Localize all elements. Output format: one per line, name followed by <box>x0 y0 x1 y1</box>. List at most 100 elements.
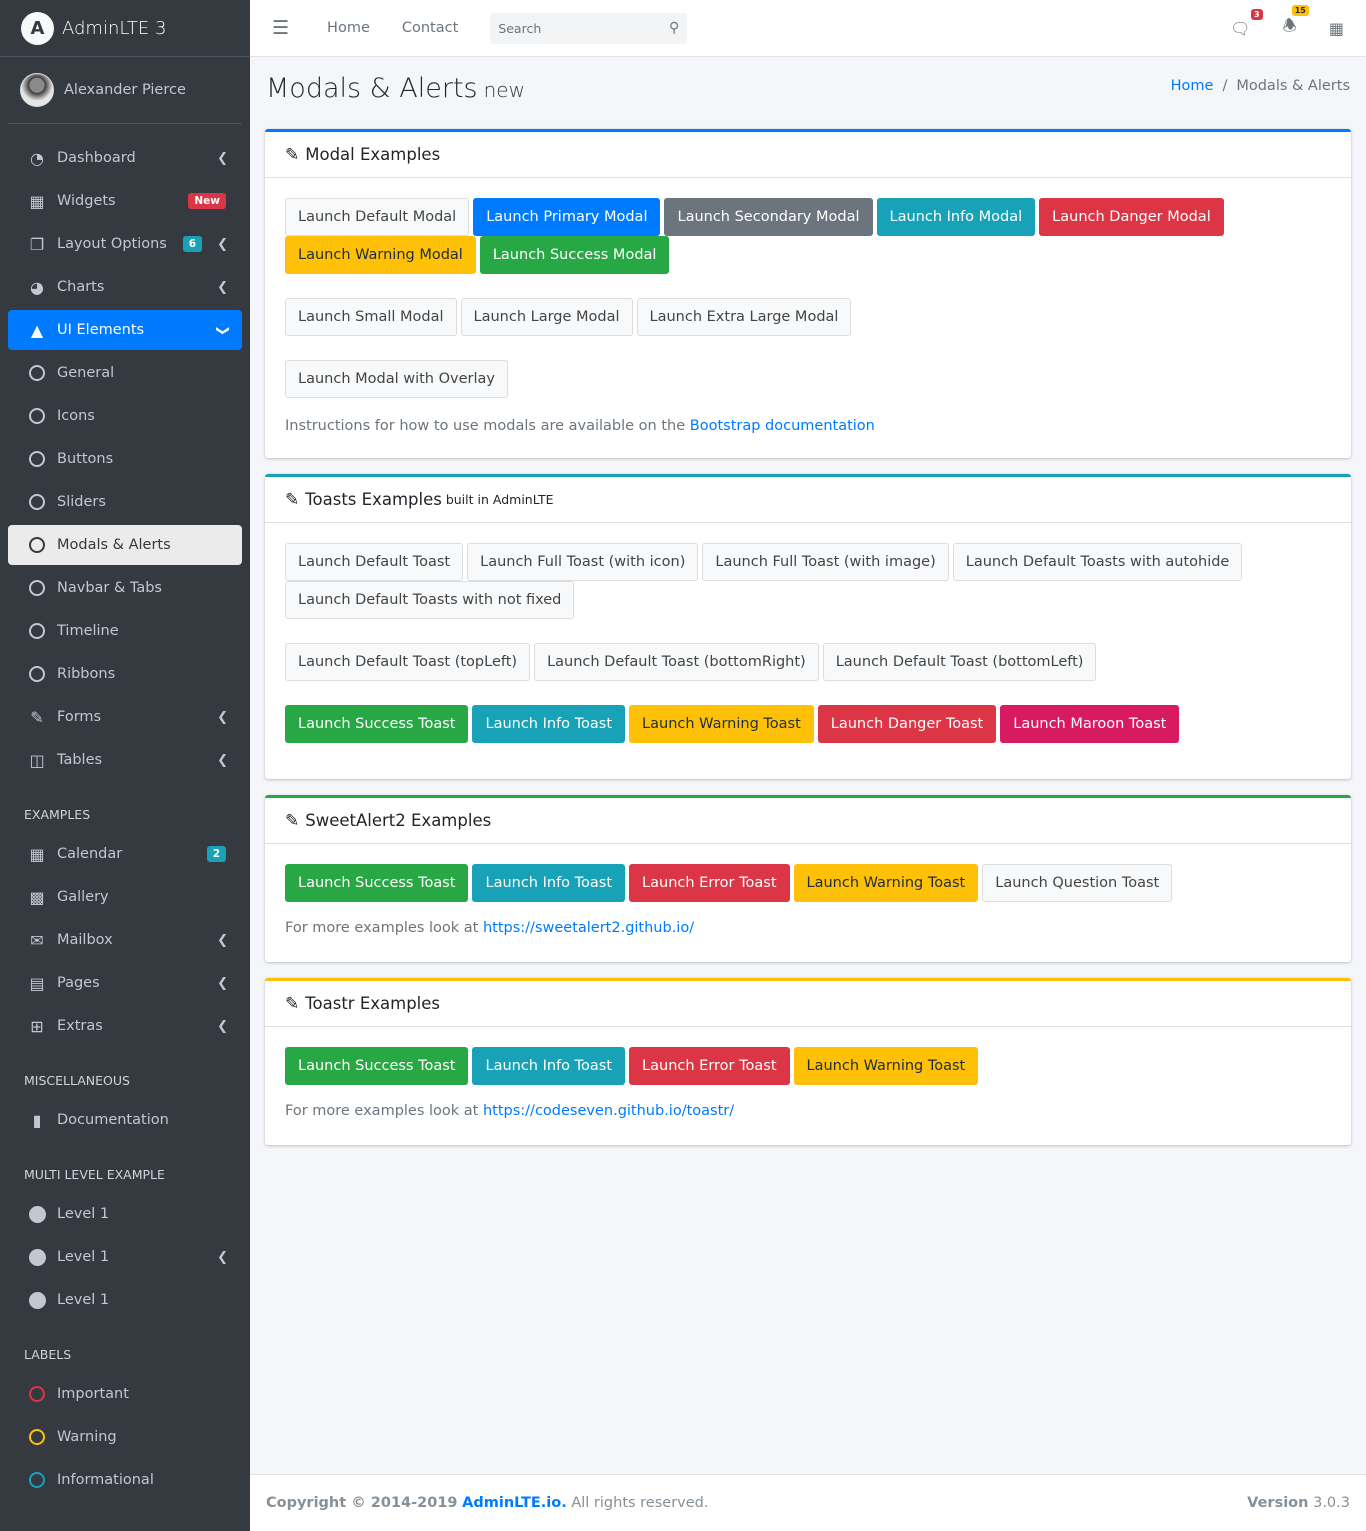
edit-icon: ✎ <box>285 810 300 831</box>
modal-size-buttons-row: Launch Small Modal Launch Large Modal La… <box>285 298 1331 336</box>
messages-icon[interactable]: 🗨 3 <box>1230 9 1263 38</box>
file-icon: ▮ <box>32 1110 42 1130</box>
launch-autohide-toasts-button[interactable]: Launch Default Toasts with autohide <box>952 543 1243 581</box>
launch-overlay-modal-button[interactable]: Launch Modal with Overlay <box>285 360 508 398</box>
launch-full-toast-icon-button[interactable]: Launch Full Toast (with icon) <box>467 543 699 581</box>
launch-xl-modal-button[interactable]: Launch Extra Large Modal <box>636 298 852 336</box>
sidebar-item-charts[interactable]: ◕ Charts ❮ <box>8 267 242 307</box>
launch-large-modal-button[interactable]: Launch Large Modal <box>460 298 633 336</box>
sidebar-item-forms[interactable]: ✎ Forms ❮ <box>8 697 242 737</box>
launch-toast-bottomleft-button[interactable]: Launch Default Toast (bottomLeft) <box>822 643 1097 681</box>
sidebar-item-warning[interactable]: Warning <box>8 1417 242 1457</box>
circle-icon <box>26 622 48 640</box>
user-panel[interactable]: Alexander Pierce <box>8 57 242 124</box>
launch-not-fixed-toasts-button[interactable]: Launch Default Toasts with not fixed <box>285 581 575 619</box>
sidebar-item-general[interactable]: General <box>8 353 242 393</box>
notifications-badge: 15 <box>1291 5 1309 16</box>
sidebar-item-documentation[interactable]: ▮ Documentation <box>8 1100 242 1140</box>
launch-default-toast-button[interactable]: Launch Default Toast <box>285 543 464 581</box>
sidebar-item-buttons[interactable]: Buttons <box>8 439 242 479</box>
launch-toast-bottomright-button[interactable]: Launch Default Toast (bottomRight) <box>534 643 819 681</box>
swal-error-toast-button[interactable]: Launch Error Toast <box>629 864 790 902</box>
search-input[interactable] <box>498 20 649 36</box>
sidebar-item-ui-elements[interactable]: ▲ UI Elements ❮ <box>8 310 242 350</box>
sidebar-item-gallery[interactable]: ▩ Gallery <box>8 877 242 917</box>
toastr-info-toast-button[interactable]: Launch Info Toast <box>472 1047 626 1085</box>
sidebar-item-widgets[interactable]: ▦ Widgets New <box>8 181 242 221</box>
launch-warning-modal-button[interactable]: Launch Warning Modal <box>285 236 476 274</box>
toastr-note: For more examples look at https://codese… <box>285 1103 735 1119</box>
main-footer: Copyright © 2014-2019 AdminLTE.io. All r… <box>250 1474 1366 1531</box>
circle-icon <box>26 1428 48 1446</box>
hamburger-menu-icon[interactable]: ☰ <box>272 17 289 39</box>
sidebar-item-extras[interactable]: ⊞ Extras ❮ <box>8 1006 242 1046</box>
card-title-small: built in AdminLTE <box>445 492 554 507</box>
launch-toast-topleft-button[interactable]: Launch Default Toast (topLeft) <box>285 643 531 681</box>
bell-icon[interactable]: 🕭 15 <box>1283 5 1309 42</box>
nav-link-contact[interactable]: Contact <box>402 20 458 36</box>
sweetalert2-link[interactable]: https://sweetalert2.github.io/ <box>483 920 694 936</box>
sidebar-item-timeline[interactable]: Timeline <box>8 611 242 651</box>
launch-danger-toast-button[interactable]: Launch Danger Toast <box>817 705 997 743</box>
launch-warning-toast-button[interactable]: Launch Warning Toast <box>629 705 814 743</box>
circle-filled-icon <box>26 1248 48 1266</box>
launch-danger-modal-button[interactable]: Launch Danger Modal <box>1039 198 1224 236</box>
toastr-link[interactable]: https://codeseven.github.io/toastr/ <box>483 1103 734 1119</box>
sidebar-item-icons[interactable]: Icons <box>8 396 242 436</box>
sidebar-item-navbar-tabs[interactable]: Navbar & Tabs <box>8 568 242 608</box>
sidebar-item-dashboard[interactable]: ◔ Dashboard ❮ <box>8 138 242 178</box>
swal-question-toast-button[interactable]: Launch Question Toast <box>982 864 1173 902</box>
sidebar-item-ribbons[interactable]: Ribbons <box>8 654 242 694</box>
swal-success-toast-button[interactable]: Launch Success Toast <box>285 864 469 902</box>
swal-info-toast-button[interactable]: Launch Info Toast <box>472 864 626 902</box>
launch-success-toast-button[interactable]: Launch Success Toast <box>285 705 469 743</box>
copyright: Copyright © 2014-2019 AdminLTE.io. All r… <box>266 1495 709 1511</box>
user-name[interactable]: Alexander Pierce <box>64 82 186 98</box>
toastr-warning-toast-button[interactable]: Launch Warning Toast <box>793 1047 979 1085</box>
envelope-icon: ✉ <box>30 930 44 950</box>
swal-warning-toast-button[interactable]: Launch Warning Toast <box>793 864 979 902</box>
adminlte-link[interactable]: AdminLTE.io. <box>462 1495 567 1511</box>
launch-info-modal-button[interactable]: Launch Info Modal <box>876 198 1036 236</box>
sidebar-item-important[interactable]: Important <box>8 1374 242 1414</box>
copy-icon: ❐ <box>29 234 45 254</box>
sidebar-item-level-1[interactable]: Level 1 <box>8 1280 242 1320</box>
circle-filled-icon <box>26 1291 48 1309</box>
nav-link-home[interactable]: Home <box>327 20 370 36</box>
sidebar-item-sliders[interactable]: Sliders <box>8 482 242 522</box>
launch-default-modal-button[interactable]: Launch Default Modal <box>285 198 470 236</box>
widgets-icon: ▦ <box>29 191 45 211</box>
sidebar-item-level-1[interactable]: Level 1 ❮ <box>8 1237 242 1277</box>
launch-secondary-modal-button[interactable]: Launch Secondary Modal <box>664 198 873 236</box>
chevron-left-icon: ❮ <box>217 752 228 768</box>
launch-success-modal-button[interactable]: Launch Success Modal <box>479 236 670 274</box>
sidebar-item-pages[interactable]: ▤ Pages ❮ <box>8 963 242 1003</box>
pie-chart-icon: ◕ <box>30 277 44 297</box>
chevron-left-icon: ❮ <box>217 150 228 166</box>
sidebar-item-level-1[interactable]: Level 1 <box>8 1194 242 1234</box>
breadcrumb-home[interactable]: Home <box>1171 78 1214 94</box>
sidebar-item-informational[interactable]: Informational <box>8 1460 242 1500</box>
sidebar-item-tables[interactable]: ◫ Tables ❮ <box>8 740 242 780</box>
launch-full-toast-image-button[interactable]: Launch Full Toast (with image) <box>702 543 949 581</box>
search-icon[interactable]: ⚲ <box>669 20 679 36</box>
sidebar-item-layout-options[interactable]: ❐ Layout Options 6 ❮ <box>8 224 242 264</box>
sidebar-item-mailbox[interactable]: ✉ Mailbox ❮ <box>8 920 242 960</box>
circle-icon <box>26 536 48 554</box>
launch-info-toast-button[interactable]: Launch Info Toast <box>472 705 626 743</box>
modal-instructions: Instructions for how to use modals are a… <box>285 418 875 434</box>
sidebar-item-calendar[interactable]: ▦ Calendar 2 <box>8 834 242 874</box>
sidebar-item-modals-alerts[interactable]: Modals & Alerts <box>8 525 242 565</box>
brand-link[interactable]: A AdminLTE 3 <box>0 0 250 57</box>
launch-primary-modal-button[interactable]: Launch Primary Modal <box>473 198 661 236</box>
toastr-error-toast-button[interactable]: Launch Error Toast <box>629 1047 790 1085</box>
launch-small-modal-button[interactable]: Launch Small Modal <box>285 298 457 336</box>
toastr-examples-card: ✎ Toastr Examples Launch Success Toast La… <box>265 978 1351 1145</box>
control-sidebar-icon[interactable]: ▦ <box>1329 19 1344 38</box>
modal-overlay-row: Launch Modal with Overlay <box>285 360 1331 398</box>
bootstrap-docs-link[interactable]: Bootstrap documentation <box>690 418 875 434</box>
badge-new: New <box>188 193 226 209</box>
sidebar-nav: ◔ Dashboard ❮ ▦ Widgets New ❐ Layout Options 6… <box>0 124 250 1500</box>
launch-maroon-toast-button[interactable]: Launch Maroon Toast <box>1000 705 1180 743</box>
toastr-success-toast-button[interactable]: Launch Success Toast <box>285 1047 469 1085</box>
